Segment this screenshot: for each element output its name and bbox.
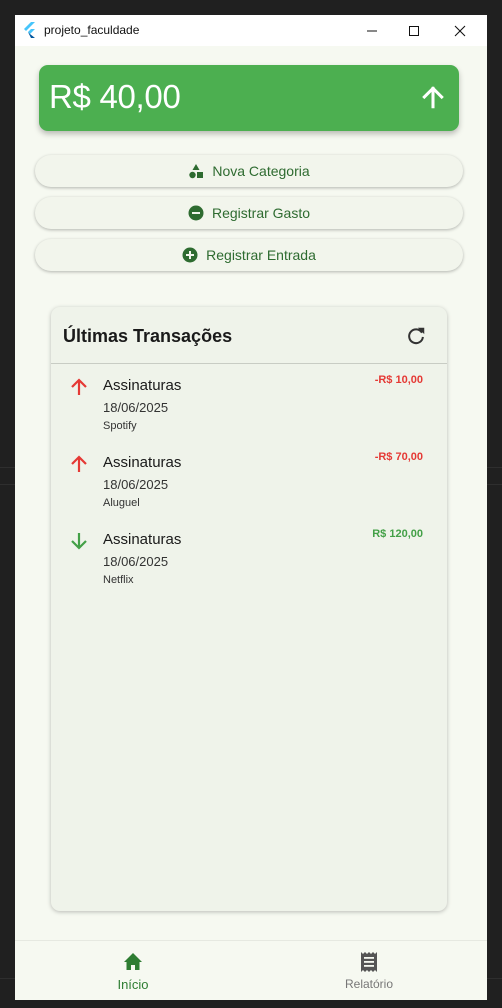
flutter-logo-icon	[24, 22, 35, 38]
nav-label-inicio: Início	[117, 977, 149, 992]
nova-categoria-label: Nova Categoria	[212, 163, 310, 179]
transaction-category: Assinaturas	[103, 377, 182, 394]
transaction-description: Aluguel	[103, 497, 140, 509]
balance-card: R$ 40,00	[39, 65, 459, 131]
app-window: projeto_faculdade R$ 40,00 Nova Categori…	[15, 15, 487, 1000]
nav-label-relatorio: Relatório	[344, 977, 394, 991]
transaction-item[interactable]: Assinaturas 18/06/2025 Netflix R$ 120,00	[51, 527, 447, 597]
plus-circle-icon	[182, 247, 198, 263]
receipt-icon	[361, 952, 377, 972]
registrar-gasto-label: Registrar Gasto	[211, 205, 311, 221]
arrow-up-icon	[422, 86, 444, 109]
maximize-button[interactable]	[391, 15, 437, 46]
home-icon	[124, 953, 142, 970]
window-title: projeto_faculdade	[44, 23, 140, 37]
arrow-up-icon	[71, 378, 87, 395]
transactions-card: Últimas Transações Assinaturas 18/06/202…	[51, 307, 447, 911]
bottom-navigation: Início Relatório	[15, 940, 487, 1000]
title-bar[interactable]: projeto_faculdade	[15, 15, 487, 46]
balance-amount: R$ 40,00	[49, 78, 181, 115]
category-shapes-icon	[189, 164, 204, 179]
maximize-icon	[409, 25, 419, 36]
refresh-icon[interactable]	[405, 325, 427, 347]
arrow-down-icon	[71, 533, 87, 550]
transaction-amount: R$ 120,00	[372, 528, 423, 540]
transaction-category: Assinaturas	[103, 531, 182, 548]
transaction-date: 18/06/2025	[103, 400, 169, 415]
nova-categoria-button[interactable]: Nova Categoria	[35, 155, 463, 187]
transaction-date: 18/06/2025	[103, 477, 169, 492]
minimize-button[interactable]	[349, 15, 395, 46]
transaction-item[interactable]: Assinaturas 18/06/2025 Spotify -R$ 10,00	[51, 373, 447, 443]
registrar-entrada-label: Registrar Entrada	[206, 247, 316, 263]
registrar-gasto-button[interactable]: Registrar Gasto	[35, 197, 463, 229]
arrow-up-icon	[71, 455, 87, 472]
transaction-item[interactable]: Assinaturas 18/06/2025 Aluguel -R$ 70,00	[51, 450, 447, 520]
transactions-title: Últimas Transações	[63, 326, 233, 346]
transaction-date: 18/06/2025	[103, 554, 169, 569]
transaction-amount: -R$ 10,00	[374, 374, 423, 386]
transaction-description: Netflix	[103, 574, 134, 586]
transactions-header: Últimas Transações	[51, 307, 447, 364]
nav-item-inicio[interactable]: Início	[15, 941, 251, 1000]
registrar-entrada-button[interactable]: Registrar Entrada	[35, 239, 463, 271]
close-button[interactable]	[437, 15, 483, 46]
close-icon	[454, 25, 466, 36]
nav-item-relatorio[interactable]: Relatório	[251, 941, 487, 1000]
transaction-category: Assinaturas	[103, 454, 182, 471]
transaction-amount: -R$ 70,00	[374, 451, 423, 463]
minimize-icon	[367, 30, 377, 31]
transaction-description: Spotify	[103, 420, 137, 432]
minus-circle-icon	[188, 205, 204, 221]
